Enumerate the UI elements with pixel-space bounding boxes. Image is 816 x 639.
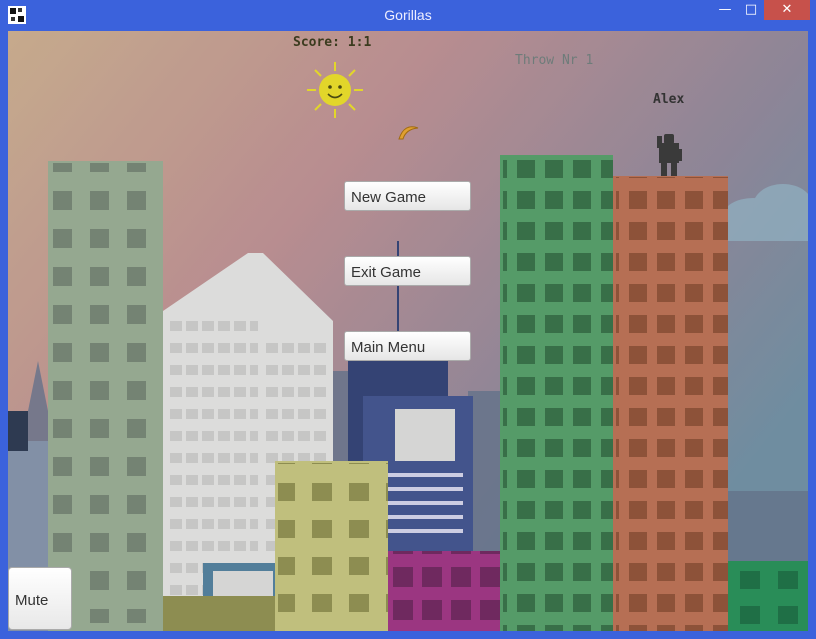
maximize-button[interactable]: □ [738, 0, 764, 20]
game-canvas[interactable]: Score: 1:1 Throw Nr 1 Alex New Game Exit… [8, 31, 808, 631]
sun-icon [307, 62, 363, 118]
title-bar[interactable]: Gorillas — □ ✕ [0, 0, 816, 30]
game-window: Gorillas — □ ✕ Score: 1:1 Throw Nr 1 Ale… [0, 0, 816, 639]
window-title: Gorillas [384, 7, 432, 23]
score-label: Score: 1:1 [293, 35, 372, 50]
exit-game-button[interactable]: Exit Game [344, 256, 471, 286]
new-game-button[interactable]: New Game [344, 181, 471, 211]
minimize-button[interactable]: — [712, 0, 738, 20]
close-button[interactable]: ✕ [764, 0, 810, 20]
mute-button[interactable]: Mute [8, 567, 72, 630]
throw-counter: Throw Nr 1 [515, 53, 594, 68]
player-name: Alex [653, 92, 685, 107]
main-menu-button[interactable]: Main Menu [344, 331, 471, 361]
